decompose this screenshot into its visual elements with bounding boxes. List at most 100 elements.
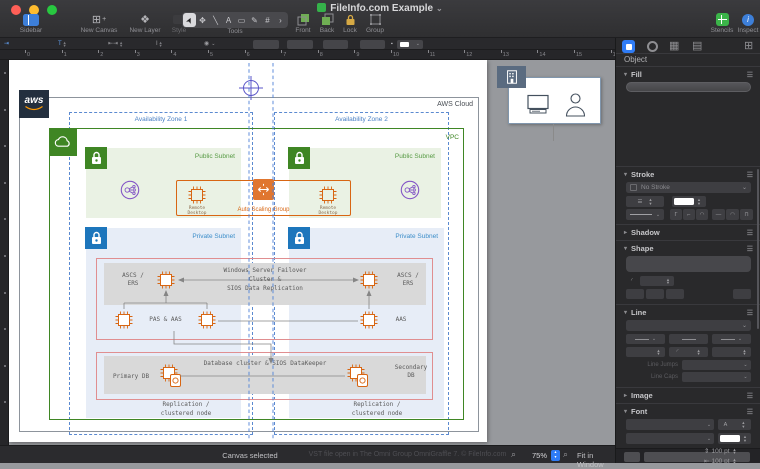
stroke-section-header[interactable]: ▾ Stroke ☰ xyxy=(616,169,760,180)
line-type-dropdown[interactable]: ⌄ xyxy=(626,320,751,331)
tab-stencil-window[interactable]: ⊞ xyxy=(744,39,753,52)
ruler-number: 1 xyxy=(63,52,67,58)
shape-more-button[interactable] xyxy=(733,289,751,299)
tab-object[interactable] xyxy=(622,40,635,53)
font-style-dropdown[interactable]: ⌄ xyxy=(626,433,714,444)
diagram-page[interactable]: aws AWS Cloud Availability Zone 1 Availa… xyxy=(9,60,487,442)
section-menu-icon[interactable]: ☰ xyxy=(747,171,753,179)
zoom-stepper[interactable]: ▲ ▼ xyxy=(551,449,560,461)
tool-text[interactable]: A xyxy=(222,13,235,27)
image-section-header[interactable]: ▸ Image ☰ xyxy=(616,390,760,401)
line-end-arrow-dropdown[interactable]: ⌄ xyxy=(712,334,751,344)
shape-preview-well[interactable] xyxy=(626,256,751,272)
font-family-dropdown[interactable]: ⌄ xyxy=(626,419,714,430)
fit-in-window-button[interactable]: Fit in Window xyxy=(577,451,615,469)
section-menu-icon[interactable]: ☰ xyxy=(747,245,753,253)
line-jumps-dropdown[interactable]: ⌄ xyxy=(682,360,751,370)
inspector-filter-button[interactable] xyxy=(624,452,640,462)
tool-pointer[interactable]: ➤ xyxy=(183,13,196,27)
status-bar: Canvas selected VST file open in The Omn… xyxy=(0,445,615,469)
inspect-button[interactable]: i Inspect xyxy=(736,12,760,34)
cursor-style-control-icon[interactable]: I ▲ ▼ xyxy=(156,39,163,48)
ruler-number: 11 xyxy=(429,52,436,58)
stroke-color-well[interactable]: ▲ ▼ xyxy=(672,196,706,207)
corner-round-button[interactable]: ⌐ xyxy=(683,209,695,220)
list-style-icon[interactable]: ▪ xyxy=(391,39,393,48)
font-color-well[interactable]: ▲ ▼ xyxy=(718,433,751,444)
line-value-stepper-2[interactable]: ▲ ▼ xyxy=(712,347,751,357)
indent-control-icon[interactable]: ⇥ xyxy=(4,39,9,48)
opacity-control-icon[interactable]: ◉ ⌄ xyxy=(204,39,215,48)
ruler-tick xyxy=(61,50,63,53)
sidebar-button[interactable]: Sidebar xyxy=(12,12,50,34)
section-menu-icon[interactable]: ☰ xyxy=(747,408,753,416)
alignment-control[interactable] xyxy=(360,39,385,49)
ruler-tick xyxy=(134,50,136,53)
tool-line[interactable]: ╲ xyxy=(209,13,222,27)
ruler-number: 14 xyxy=(539,52,546,58)
corner-radius-stepper[interactable]: ▲ ▼ xyxy=(640,276,674,286)
tool-more[interactable]: › xyxy=(274,13,287,27)
font-size-control[interactable] xyxy=(323,39,348,49)
chevron-down-icon: ⌄ xyxy=(436,4,443,13)
ruler-tick xyxy=(500,50,502,53)
shape-option-2-button[interactable] xyxy=(646,289,664,299)
shape-option-3-button[interactable] xyxy=(666,289,684,299)
font-size-stepper[interactable]: A ▲ ▼ xyxy=(718,419,751,430)
line-section-header[interactable]: ▾ Line ☰ xyxy=(616,307,760,318)
kerning-stepper[interactable]: ⇕ 100 pt ▲ ▼ xyxy=(704,447,737,455)
font-style-control[interactable] xyxy=(287,39,313,49)
end-round-button[interactable]: ◠ xyxy=(726,209,739,220)
line-radius-stepper[interactable]: ◜ ▲ ▼ xyxy=(669,347,708,357)
datacenter-building-icon[interactable] xyxy=(497,66,526,88)
tab-document[interactable]: ▤ xyxy=(692,39,702,52)
line-start-arrow-dropdown[interactable]: ⌄ xyxy=(626,334,665,344)
tab-type[interactable] xyxy=(647,41,658,52)
tab-canvas[interactable]: ▦ xyxy=(669,39,679,52)
fill-section-header[interactable]: ▾ Fill ☰ xyxy=(616,69,760,80)
section-menu-icon[interactable]: ☰ xyxy=(747,71,753,79)
ruler-number: 5 xyxy=(210,52,214,58)
inspector-scrollbar[interactable] xyxy=(757,169,759,329)
leading-stepper[interactable]: ⇤ 100 pt ▲ ▼ xyxy=(704,457,737,465)
stroke-pattern-dropdown[interactable]: ⌄ xyxy=(626,209,664,220)
fill-style-bar[interactable] xyxy=(626,82,751,92)
shadow-section-header[interactable]: ▸ Shadow ☰ xyxy=(616,227,760,238)
line-middle-dropdown[interactable] xyxy=(669,334,708,344)
corner-square-button[interactable]: Γ xyxy=(670,209,682,220)
tool-shape[interactable]: ✥ xyxy=(196,13,209,27)
section-menu-icon[interactable]: ☰ xyxy=(747,229,753,237)
zoom-in-icon[interactable]: ⌕ xyxy=(563,449,568,460)
computer-icon[interactable] xyxy=(525,94,551,115)
person-icon[interactable] xyxy=(564,92,587,118)
font-section-header[interactable]: ▾ Font ☰ xyxy=(616,406,760,417)
text-color-control[interactable]: ⌄ xyxy=(397,39,423,49)
end-square-button[interactable]: ⊓ xyxy=(740,209,753,220)
tool-pen[interactable]: ✎ xyxy=(248,13,261,27)
new-canvas-button[interactable]: ⊞ + New Canvas xyxy=(76,12,122,34)
chevron-down-icon: ▾ xyxy=(624,246,628,252)
canvas-area[interactable]: aws AWS Cloud Availability Zone 1 Availa… xyxy=(9,60,615,445)
shape-section-header[interactable]: ▾ Shape ☰ xyxy=(616,243,760,254)
corner-bevel-button[interactable]: ◠ xyxy=(696,209,708,220)
end-flat-button[interactable]: — xyxy=(712,209,725,220)
text-size-control-icon[interactable]: T ▲ ▼ xyxy=(58,39,67,48)
chevron-down-icon: ▾ xyxy=(624,310,628,316)
tool-grid[interactable]: # xyxy=(261,13,274,27)
line-end-buttons: — ◠ ⊓ xyxy=(712,209,753,220)
tool-rectangle[interactable]: ▭ xyxy=(235,13,248,27)
section-menu-icon[interactable]: ☰ xyxy=(747,392,753,400)
group-button[interactable]: Group xyxy=(360,12,390,34)
section-menu-icon[interactable]: ☰ xyxy=(747,309,753,317)
font-family-control[interactable] xyxy=(253,39,279,49)
zoom-out-icon[interactable]: ⌕ xyxy=(511,449,516,460)
line-value-stepper-1[interactable]: ▲ ▼ xyxy=(626,347,665,357)
spacing-control-icon[interactable]: ⇤⇥ ▲ ▼ xyxy=(108,39,123,48)
vertical-ruler[interactable] xyxy=(0,60,9,445)
shape-option-1-button[interactable] xyxy=(626,289,644,299)
stroke-type-dropdown[interactable]: No Stroke ⌄ xyxy=(626,182,751,193)
stroke-width-stepper[interactable]: ☰ ▲ ▼ xyxy=(626,196,664,207)
line-caps-dropdown[interactable]: ⌄ xyxy=(682,372,751,382)
horizontal-ruler[interactable]: 012345678910111213141516 xyxy=(0,50,619,60)
new-layer-button[interactable]: ❖ New Layer xyxy=(124,12,166,34)
